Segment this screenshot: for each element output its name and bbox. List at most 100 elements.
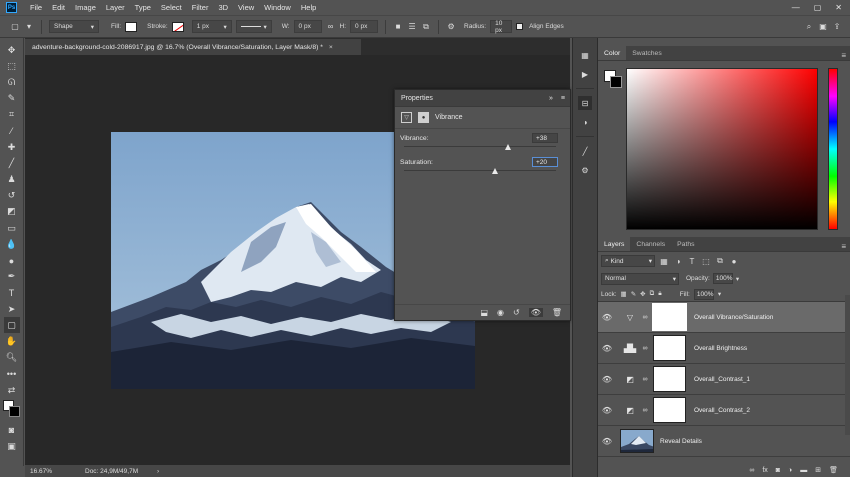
rounded-rectangle-tool-icon[interactable]: ▢ (3, 317, 20, 334)
clip-to-layer-icon[interactable]: ⬓ (480, 308, 488, 317)
properties-header[interactable]: Properties » ≡ (395, 90, 570, 107)
menu-select[interactable]: Select (156, 3, 187, 12)
menu-3d[interactable]: 3D (213, 3, 233, 12)
width-input[interactable]: 0 px (293, 20, 322, 33)
menu-file[interactable]: File (25, 3, 47, 12)
path-arrangement-icon[interactable]: ⧉ (421, 22, 431, 32)
close-document-icon[interactable]: × (329, 44, 333, 51)
menu-image[interactable]: Image (70, 3, 101, 12)
layer-row[interactable]: 👁︎ ◩ ∞ Overall_Contrast_1 (598, 364, 850, 395)
status-menu-icon[interactable]: › (157, 468, 159, 475)
layer-row[interactable]: 👁︎ ▟▙ ∞ Overall Brightness (598, 333, 850, 364)
panel-menu-icon[interactable]: ≡ (561, 95, 565, 102)
delete-layer-icon[interactable]: 🗑︎ (829, 466, 838, 474)
lock-artboard-icon[interactable]: ⧉ (650, 290, 655, 298)
tab-channels[interactable]: Channels (630, 237, 671, 251)
toggle-visibility-icon[interactable]: 👁︎ (528, 308, 543, 317)
opacity-dropdown-icon[interactable]: ▾ (736, 275, 739, 283)
mask-link-icon[interactable]: ∞ (640, 345, 650, 352)
quick-mask-icon[interactable]: ◙ (4, 422, 20, 438)
image-thumbnail[interactable] (620, 429, 654, 453)
zoom-tool-icon[interactable]: 🔍︎ (4, 350, 20, 366)
lock-position-icon[interactable]: ✥ (640, 290, 645, 298)
saturation-slider-track[interactable] (404, 170, 556, 171)
actions-icon[interactable]: ▶ (578, 67, 592, 81)
pen-tool-icon[interactable]: ✒ (4, 269, 20, 285)
shape-filter-icon[interactable]: ⬚ (701, 257, 711, 266)
mask-link-icon[interactable]: ∞ (640, 314, 650, 321)
reset-icon[interactable]: ↺ (513, 308, 520, 317)
crop-tool-icon[interactable]: ⌗ (4, 107, 20, 123)
menu-help[interactable]: Help (296, 3, 321, 12)
opacity-input[interactable]: 100% (712, 273, 733, 284)
document-tab[interactable]: adventure-background-cold-2086917.jpg @ … (25, 39, 361, 55)
layer-name[interactable]: Overall Vibrance/Saturation (694, 314, 773, 321)
more-tools-icon[interactable]: ••• (4, 366, 20, 382)
eraser-tool-icon[interactable]: ◩ (4, 204, 20, 220)
filter-toggle-icon[interactable]: ● (729, 257, 739, 266)
visibility-eye-icon[interactable]: 👁︎ (598, 375, 616, 384)
background-color-swatch[interactable] (610, 76, 622, 88)
kind-filter-select[interactable]: ⌕ Kind ▾ (601, 255, 655, 267)
gear-icon[interactable]: ⚙ (446, 22, 456, 32)
maximize-button[interactable]: ▢ (814, 3, 822, 12)
brush-settings-icon[interactable]: ⚙ (578, 163, 592, 177)
layer-mask-thumbnail[interactable] (652, 303, 687, 331)
color-field[interactable] (626, 68, 818, 230)
lock-image-icon[interactable]: ✎ (631, 290, 636, 298)
adjustment-filter-icon[interactable]: ◑ (673, 257, 683, 266)
stroke-swatch[interactable] (171, 21, 184, 32)
layer-name[interactable]: Reveal Details (660, 438, 702, 445)
hue-slider[interactable] (828, 68, 838, 230)
layer-mask-thumbnail[interactable] (653, 335, 686, 361)
layer-row[interactable]: 👁︎ Reveal Details (598, 426, 850, 457)
lock-transparent-icon[interactable]: ▦ (621, 290, 627, 298)
link-layers-icon[interactable]: ∞ (749, 467, 754, 474)
healing-brush-tool-icon[interactable]: ✚ (4, 139, 20, 155)
fill-input[interactable]: 100% (693, 288, 714, 300)
layer-name[interactable]: Overall_Contrast_1 (694, 376, 750, 383)
history-icon[interactable]: ▦ (578, 48, 592, 62)
visibility-eye-icon[interactable]: 👁︎ (598, 344, 616, 353)
brush-tool-icon[interactable]: ╱ (4, 155, 20, 171)
zoom-level[interactable]: 16.67% (30, 468, 70, 475)
search-icon[interactable]: ⌕ (804, 22, 814, 32)
history-brush-tool-icon[interactable]: ↺ (4, 188, 20, 204)
layer-name[interactable]: Overall_Contrast_2 (694, 407, 750, 414)
add-style-icon[interactable]: fx (762, 467, 767, 474)
layer-row[interactable]: 👁︎ ◩ ∞ Overall_Contrast_2 (598, 395, 850, 426)
mask-link-icon[interactable]: ∞ (640, 376, 650, 383)
layer-row[interactable]: 👁︎ ▽ ∞ Overall Vibrance/Saturation (598, 302, 850, 333)
menu-filter[interactable]: Filter (187, 3, 214, 12)
share-icon[interactable]: ⇪ (832, 22, 842, 32)
adjustments-icon[interactable]: ◑ (578, 115, 592, 129)
fill-dropdown-icon[interactable]: ▾ (718, 290, 721, 298)
menu-view[interactable]: View (233, 3, 259, 12)
menu-layer[interactable]: Layer (101, 3, 130, 12)
visibility-eye-icon[interactable]: 👁︎ (598, 406, 616, 415)
path-alignment-icon[interactable]: ☰ (407, 22, 417, 32)
tab-color[interactable]: Color (598, 46, 627, 60)
blend-mode-select[interactable]: Normal ▾ (601, 272, 679, 285)
color-panel-menu-icon[interactable]: ≡ (841, 51, 846, 60)
pixel-filter-icon[interactable]: ▦ (659, 257, 669, 266)
visibility-eye-icon[interactable]: 👁︎ (598, 313, 616, 322)
workspace-icon[interactable]: ▣ (818, 22, 828, 32)
tool-preset-dropdown-icon[interactable]: ▾ (24, 22, 34, 32)
delete-icon[interactable]: 🗑︎ (552, 308, 562, 317)
close-button[interactable]: ✕ (835, 3, 842, 12)
add-mask-icon[interactable]: ◙ (776, 467, 780, 474)
type-filter-icon[interactable]: T (687, 257, 697, 266)
color-swatches[interactable] (2, 400, 21, 418)
saturation-slider-thumb[interactable] (491, 168, 498, 174)
properties-panel-icon[interactable]: ⊟ (578, 96, 592, 110)
menu-edit[interactable]: Edit (47, 3, 70, 12)
clone-stamp-tool-icon[interactable]: ♟ (4, 172, 20, 188)
blur-tool-icon[interactable]: 💧 (4, 236, 20, 252)
visibility-eye-icon[interactable]: 👁︎ (598, 437, 616, 446)
quick-select-tool-icon[interactable]: ✎ (4, 91, 20, 107)
align-edges-checkbox[interactable] (516, 23, 524, 30)
rounded-rect-tool-icon[interactable]: ▢ (10, 22, 20, 32)
vibrance-input[interactable]: +38 (532, 133, 558, 143)
path-selection-tool-icon[interactable]: ➤ (4, 301, 20, 317)
